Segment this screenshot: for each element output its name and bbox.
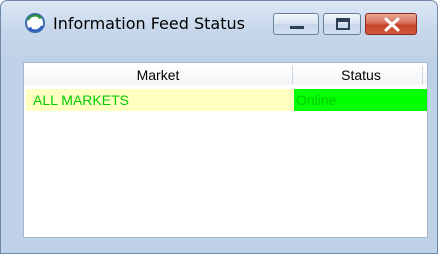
minimize-button[interactable] [273, 13, 319, 35]
feed-status-table: Market Status ALL MARKETS Online [23, 62, 428, 238]
column-header-market[interactable]: Market [24, 63, 292, 85]
close-button[interactable] [365, 13, 417, 35]
maximize-button[interactable] [323, 13, 361, 35]
close-icon [384, 17, 400, 32]
status-cell: Online [294, 89, 427, 111]
title-bar[interactable]: Information Feed Status [1, 1, 437, 35]
market-cell: ALL MARKETS [26, 89, 294, 111]
column-divider[interactable] [422, 66, 423, 84]
column-header-status[interactable]: Status [293, 63, 429, 85]
app-window: Information Feed Status Market Status AL… [0, 0, 438, 254]
minimize-icon [290, 26, 304, 29]
table-header: Market Status [24, 63, 427, 85]
maximize-icon [336, 18, 350, 30]
window-title: Information Feed Status [53, 14, 245, 33]
table-row[interactable]: ALL MARKETS Online [26, 89, 427, 111]
refresh-globe-icon [23, 11, 47, 35]
